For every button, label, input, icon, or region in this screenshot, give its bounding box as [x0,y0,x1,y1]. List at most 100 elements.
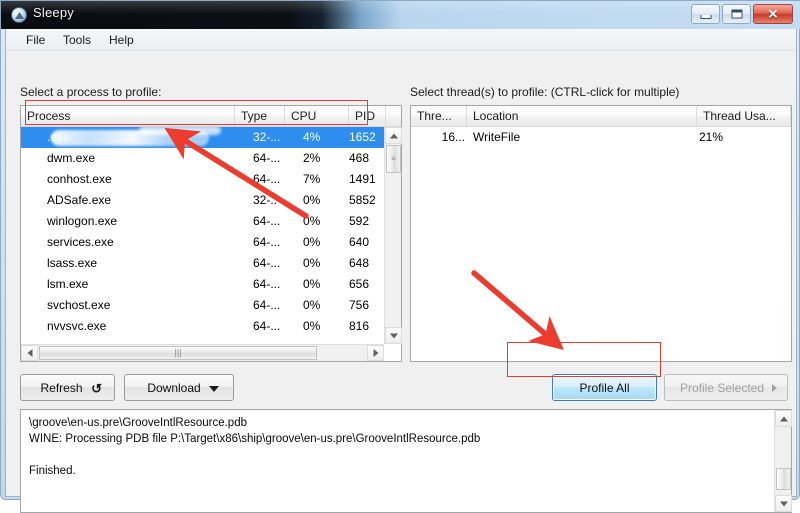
chevron-up-icon [779,416,788,421]
menu-item-tools[interactable]: Tools [55,32,99,48]
cell-process-cpu: 0% [303,256,321,270]
cell-process-name: svchost.exe [47,298,111,312]
column-header-location[interactable]: Location [467,106,697,126]
menu-item-help[interactable]: Help [101,32,142,48]
cell-process-pid: 656 [349,277,370,291]
cell-process-type: 64-... [253,319,281,333]
download-button[interactable]: Download [124,374,234,401]
application-window: Sleepy ✕ File Tools Help Select a proces… [0,0,800,513]
cell-process-pid: 756 [349,298,370,312]
column-header-process[interactable]: Process [21,106,235,126]
chevron-down-icon [389,333,398,338]
cell-process-cpu: 0% [303,235,321,249]
cell-process-type: 64-... [253,151,281,165]
horizontal-scroll-thumb[interactable]: ||| [39,346,317,360]
table-row[interactable]: winlogon.exe 64-... 0% 592 [21,211,401,232]
close-button[interactable]: ✕ [753,4,793,24]
cell-process-type: 64-... [253,277,281,291]
cell-process-type: 64-... [253,214,281,228]
title-bar[interactable]: Sleepy ✕ [1,1,800,29]
table-row[interactable]: services.exe 64-... 0% 640 [21,232,401,253]
vertical-scroll-thumb[interactable]: ≡ [386,145,401,173]
cell-process-pid: 1491 [349,172,376,186]
thread-list-header: Thre... Location Thread Usa... [411,106,791,127]
refresh-sync-icon: ↺ [91,381,102,396]
cell-process-cpu: 0% [303,298,321,312]
sleepy-app-icon [11,7,27,23]
cell-process-type: 64-... [253,256,281,270]
maximize-button[interactable] [722,4,751,24]
scroll-left-button[interactable] [21,345,38,361]
cell-process-name: winlogon.exe [47,214,118,228]
chevron-right-icon [373,349,378,357]
cell-process-cpu: 0% [303,214,321,228]
chevron-left-icon [27,349,32,357]
scroll-up-button[interactable] [775,410,792,427]
minimize-button[interactable] [691,4,720,24]
window-title: Sleepy [33,5,74,20]
grip-icon: ≡ [391,154,396,163]
cell-process-cpu: 0% [303,319,321,333]
table-row[interactable]: lsm.exe 64-... 0% 656 [21,274,401,295]
scroll-down-button[interactable] [385,327,402,344]
thread-list-body: 16... WriteFile 21% [411,127,791,361]
process-list-vertical-scrollbar[interactable]: ≡ [384,127,402,344]
chevron-down-icon [779,501,788,506]
process-list[interactable]: Process Type CPU PID .exe 32-... 4% 1652… [20,105,402,362]
table-row[interactable]: dwm.exe 64-... 2% 468 [21,148,401,169]
table-row[interactable]: 16... WriteFile 21% [411,127,791,148]
table-row[interactable]: .exe 32-... 4% 1652 [21,127,401,148]
column-header-type[interactable]: Type [235,106,285,126]
cell-process-type: 32-... [253,130,281,144]
cell-process-name: nvvsvc.exe [47,319,107,333]
cell-process-name: dwm.exe [47,151,96,165]
cell-process-name: ADSafe.exe [47,193,112,207]
scroll-right-button[interactable] [367,345,384,361]
process-panel-label: Select a process to profile: [20,85,162,99]
cell-process-type: 64-... [253,298,281,312]
cell-process-type: 64-... [253,172,281,186]
log-vertical-scrollbar[interactable] [774,410,792,512]
profile-selected-button[interactable]: Profile Selected [664,374,788,401]
table-row[interactable]: conhost.exe 64-... 7% 1491 [21,169,401,190]
column-header-pid[interactable]: PID [349,106,386,126]
titlebar-glass-sheen [1,1,800,14]
chevron-down-icon [209,386,219,392]
profile-selected-button-label: Profile Selected [679,380,765,395]
table-row[interactable]: svchost.exe 64-... 0% 756 [21,295,401,316]
cell-process-cpu: 0% [303,277,321,291]
column-header-cpu[interactable]: CPU [285,106,349,126]
cell-process-pid: 5852 [349,193,376,207]
vertical-scroll-thumb[interactable] [776,468,791,490]
table-row[interactable]: nvvsvc.exe 64-... 0% 816 [21,316,401,337]
table-row[interactable]: ADSafe.exe 32-.. 0% 5852 [21,190,401,211]
cell-process-cpu: 2% [303,151,321,165]
cell-thread-id: 16... [441,130,465,144]
log-output-pane[interactable]: \groove\en-us.pre\GrooveIntlResource.pdb… [20,409,792,513]
process-list-horizontal-scrollbar[interactable]: ||| [21,344,384,361]
menu-item-file[interactable]: File [18,32,53,48]
table-row[interactable]: lsass.exe 64-... 0% 648 [21,253,401,274]
cell-process-pid: 592 [349,214,370,228]
log-output-text: \groove\en-us.pre\GrooveIntlResource.pdb… [29,417,481,477]
cell-process-type: 32-.. [253,193,278,207]
process-list-header: Process Type CPU PID [21,106,401,127]
maximize-icon [731,9,742,19]
refresh-button[interactable]: Refresh ↺ [20,374,115,401]
thread-panel-label: Select thread(s) to profile: (CTRL-click… [410,85,680,99]
column-header-thread[interactable]: Thre... [411,106,467,126]
profile-all-button[interactable]: Profile All [552,374,657,401]
column-header-thread-usage[interactable]: Thread Usa... [697,106,791,126]
grip-icon: ||| [174,347,182,358]
thread-list[interactable]: Thre... Location Thread Usa... 16... Wri… [410,105,792,362]
cell-process-pid: 640 [349,235,370,249]
chevron-right-icon [772,384,777,392]
cell-process-pid: 816 [349,319,370,333]
scroll-up-button[interactable] [385,127,402,144]
chevron-up-icon [389,133,398,138]
minimize-icon [700,15,711,19]
cell-process-name: lsm.exe [47,277,89,291]
cell-thread-usage: 21% [699,130,724,144]
scroll-down-button[interactable] [775,495,792,512]
cell-process-pid: 1652 [349,130,376,144]
